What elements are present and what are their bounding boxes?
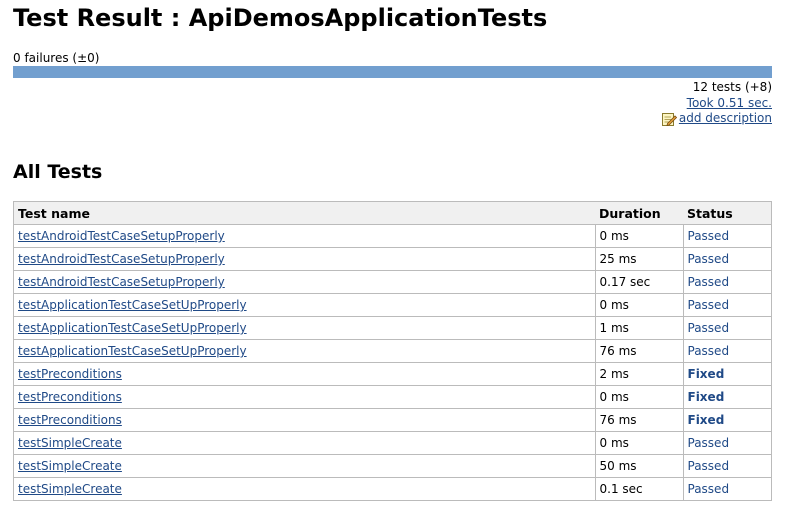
all-tests-heading: All Tests xyxy=(13,161,103,183)
test-name-link[interactable]: testAndroidTestCaseSetupProperly xyxy=(18,275,225,289)
column-header-status[interactable]: Status xyxy=(683,201,772,225)
table-row: testPreconditions 76 ms Fixed xyxy=(13,408,772,432)
duration-cell: 25 ms xyxy=(594,247,684,271)
table-row: testAndroidTestCaseSetupProperly 0 ms Pa… xyxy=(13,224,772,248)
table-row: testSimpleCreate 0.1 sec Passed xyxy=(13,477,772,501)
duration-cell: 0 ms xyxy=(594,431,684,455)
notepad-pencil-icon[interactable] xyxy=(661,111,677,127)
duration-cell: 50 ms xyxy=(594,454,684,478)
test-name-cell: testPreconditions xyxy=(13,408,596,432)
add-description-link[interactable]: add description xyxy=(679,111,772,127)
table-row: testApplicationTestCaseSetUpProperly 0 m… xyxy=(13,293,772,317)
progress-bar-fill xyxy=(13,66,772,78)
status-cell: Passed xyxy=(682,224,772,248)
table-row: testPreconditions 0 ms Fixed xyxy=(13,385,772,409)
table-header-row: Test name Duration Status xyxy=(13,201,772,225)
test-name-cell: testPreconditions xyxy=(13,362,596,386)
status-cell: Passed xyxy=(682,454,772,478)
column-header-test-name[interactable]: Test name xyxy=(13,201,595,225)
test-summary: 12 tests (+8) Took 0.51 sec. add descrip… xyxy=(661,80,772,132)
add-description-row: add description xyxy=(661,111,772,127)
status-cell: Passed xyxy=(682,270,772,294)
status-cell: Fixed xyxy=(682,385,772,409)
test-name-link[interactable]: testApplicationTestCaseSetUpProperly xyxy=(18,344,247,358)
table-row: testSimpleCreate 50 ms Passed xyxy=(13,454,772,478)
table-row: testApplicationTestCaseSetUpProperly 1 m… xyxy=(13,316,772,340)
took-duration-link[interactable]: Took 0.51 sec. xyxy=(687,96,772,110)
table-row: testApplicationTestCaseSetUpProperly 76 … xyxy=(13,339,772,363)
table-row: testAndroidTestCaseSetupProperly 0.17 se… xyxy=(13,270,772,294)
test-name-cell: testSimpleCreate xyxy=(13,477,596,501)
status-cell: Passed xyxy=(682,477,772,501)
test-name-link[interactable]: testSimpleCreate xyxy=(18,482,122,496)
duration-cell: 0.1 sec xyxy=(594,477,684,501)
duration-cell: 0.17 sec xyxy=(594,270,684,294)
test-name-cell: testAndroidTestCaseSetupProperly xyxy=(13,270,596,294)
table-row: testSimpleCreate 0 ms Passed xyxy=(13,431,772,455)
test-name-cell: testSimpleCreate xyxy=(13,431,596,455)
status-cell: Passed xyxy=(682,431,772,455)
table-row: testPreconditions 2 ms Fixed xyxy=(13,362,772,386)
duration-cell: 0 ms xyxy=(594,385,684,409)
test-name-link[interactable]: testApplicationTestCaseSetUpProperly xyxy=(18,298,247,312)
column-header-duration[interactable]: Duration xyxy=(595,201,683,225)
test-name-link[interactable]: testAndroidTestCaseSetupProperly xyxy=(18,229,225,243)
page-title: Test Result : ApiDemosApplicationTests xyxy=(13,4,548,32)
status-cell: Fixed xyxy=(682,362,772,386)
duration-cell: 76 ms xyxy=(594,339,684,363)
test-name-cell: testApplicationTestCaseSetUpProperly xyxy=(13,293,596,317)
status-cell: Passed xyxy=(682,316,772,340)
test-name-cell: testAndroidTestCaseSetupProperly xyxy=(13,224,596,248)
test-name-link[interactable]: testSimpleCreate xyxy=(18,459,122,473)
test-name-cell: testSimpleCreate xyxy=(13,454,596,478)
status-cell: Passed xyxy=(682,247,772,271)
test-results-table: Test name Duration Status testAndroidTes… xyxy=(13,201,772,501)
failures-summary: 0 failures (±0) xyxy=(13,51,100,65)
test-name-link[interactable]: testPreconditions xyxy=(18,413,122,427)
table-row: testAndroidTestCaseSetupProperly 25 ms P… xyxy=(13,247,772,271)
duration-cell: 2 ms xyxy=(594,362,684,386)
test-name-cell: testAndroidTestCaseSetupProperly xyxy=(13,247,596,271)
test-name-link[interactable]: testApplicationTestCaseSetUpProperly xyxy=(18,321,247,335)
test-name-cell: testPreconditions xyxy=(13,385,596,409)
result-progress-bar xyxy=(13,66,772,78)
test-name-link[interactable]: testAndroidTestCaseSetupProperly xyxy=(18,252,225,266)
test-name-cell: testApplicationTestCaseSetUpProperly xyxy=(13,339,596,363)
status-cell: Passed xyxy=(682,293,772,317)
duration-cell: 1 ms xyxy=(594,316,684,340)
test-name-link[interactable]: testPreconditions xyxy=(18,367,122,381)
duration-cell: 0 ms xyxy=(594,224,684,248)
test-name-cell: testApplicationTestCaseSetUpProperly xyxy=(13,316,596,340)
duration-cell: 0 ms xyxy=(594,293,684,317)
test-count: 12 tests (+8) xyxy=(692,80,772,94)
duration-cell: 76 ms xyxy=(594,408,684,432)
status-cell: Passed xyxy=(682,339,772,363)
test-name-link[interactable]: testPreconditions xyxy=(18,390,122,404)
status-cell: Fixed xyxy=(682,408,772,432)
test-name-link[interactable]: testSimpleCreate xyxy=(18,436,122,450)
